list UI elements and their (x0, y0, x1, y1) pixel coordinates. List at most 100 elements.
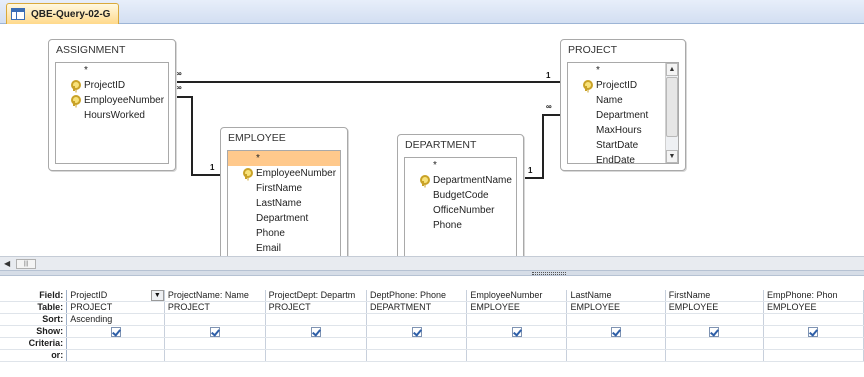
field-item[interactable]: Department (228, 211, 340, 226)
show-cell[interactable] (763, 325, 864, 339)
scroll-left-icon[interactable]: ◀ (4, 259, 16, 269)
field-item[interactable]: EmployeeNumber (228, 166, 340, 181)
sort-cell[interactable] (763, 313, 864, 327)
show-cell[interactable] (566, 325, 666, 339)
criteria-cell[interactable] (265, 337, 367, 351)
sort-cell[interactable] (366, 313, 468, 327)
field-item[interactable]: Phone (228, 226, 340, 241)
field-cell[interactable]: EmployeeNumber (466, 290, 568, 303)
qbe-grid[interactable]: Field: ProjectID ▼ ProjectName: Name Project… (0, 276, 864, 377)
sort-cell[interactable] (466, 313, 568, 327)
table-cell[interactable]: PROJECT (164, 301, 266, 315)
criteria-cell[interactable] (366, 337, 468, 351)
field-item[interactable]: StartDate (568, 138, 678, 153)
table-cell[interactable]: PROJECT (66, 301, 165, 315)
show-cell[interactable] (366, 325, 468, 339)
field-item[interactable]: FirstName (228, 181, 340, 196)
show-cell[interactable] (66, 325, 165, 339)
show-checkbox[interactable] (110, 326, 121, 337)
field-item[interactable]: HoursWorked (56, 108, 168, 123)
field-cell[interactable]: DeptPhone: Phone (366, 290, 468, 303)
field-item[interactable]: Name (568, 93, 678, 108)
field-cell[interactable]: ProjectID ▼ (66, 290, 165, 303)
sort-cell[interactable] (164, 313, 266, 327)
table-cell[interactable]: EMPLOYEE (665, 301, 764, 315)
query-tab[interactable]: QBE-Query-02-G (6, 3, 120, 24)
table-cell[interactable]: EMPLOYEE (566, 301, 666, 315)
field-item[interactable]: * (568, 63, 678, 78)
query-design-pane[interactable]: ∞ 1 ∞ 1 ∞ 1 ASSIGNMENT * ProjectID Emplo… (0, 24, 864, 256)
show-checkbox[interactable] (709, 326, 720, 337)
field-cell[interactable]: ProjectDept: Departm (265, 290, 367, 303)
or-cell[interactable] (665, 349, 764, 363)
or-cell[interactable] (763, 349, 864, 363)
field-item[interactable]: ProjectID (56, 78, 168, 93)
table-title[interactable]: ASSIGNMENT (49, 40, 175, 60)
scrollbar-thumb[interactable] (666, 77, 678, 137)
show-checkbox[interactable] (209, 326, 220, 337)
field-item[interactable]: Email (228, 241, 340, 256)
design-pane-hscrollbar[interactable]: ◀ ||| (0, 256, 864, 270)
scrollbar-thumb[interactable]: ||| (16, 259, 36, 269)
field-item[interactable]: OfficeNumber (405, 203, 516, 218)
field-cell[interactable]: LastName (566, 290, 666, 303)
table-assignment[interactable]: ASSIGNMENT * ProjectID EmployeeNumber Ho… (48, 39, 176, 171)
criteria-cell[interactable] (164, 337, 266, 351)
show-checkbox[interactable] (611, 326, 622, 337)
table-cell[interactable]: EMPLOYEE (466, 301, 568, 315)
show-cell[interactable] (265, 325, 367, 339)
field-item[interactable]: DepartmentName (405, 173, 516, 188)
criteria-cell[interactable] (566, 337, 666, 351)
criteria-cell[interactable] (66, 337, 165, 351)
show-cell[interactable] (164, 325, 266, 339)
criteria-cell[interactable] (665, 337, 764, 351)
field-cell[interactable]: FirstName (665, 290, 764, 303)
scroll-up-icon[interactable]: ▲ (666, 63, 678, 76)
criteria-cell[interactable] (763, 337, 864, 351)
show-checkbox[interactable] (310, 326, 321, 337)
table-cell[interactable]: DEPARTMENT (366, 301, 468, 315)
field-list[interactable]: * DepartmentName BudgetCode OfficeNumber… (404, 157, 517, 256)
field-item[interactable]: Phone (405, 218, 516, 233)
field-item[interactable]: Department (568, 108, 678, 123)
field-item[interactable]: LastName (228, 196, 340, 211)
show-cell[interactable] (466, 325, 568, 339)
sort-cell[interactable]: Ascending (66, 313, 165, 327)
field-cell[interactable]: ProjectName: Name (164, 290, 266, 303)
field-item[interactable]: * (56, 63, 168, 78)
field-list[interactable]: * ProjectID EmployeeNumber HoursWorked (55, 62, 169, 164)
table-project[interactable]: PROJECT * ProjectID Name Department MaxH… (560, 39, 686, 171)
field-item[interactable]: EndDate (568, 153, 678, 163)
show-checkbox[interactable] (511, 326, 522, 337)
field-list[interactable]: * ProjectID Name Department MaxHours Sta… (567, 62, 679, 164)
field-item[interactable]: BudgetCode (405, 188, 516, 203)
field-item[interactable]: EmployeeNumber (56, 93, 168, 108)
table-title[interactable]: EMPLOYEE (221, 128, 347, 148)
criteria-cell[interactable] (466, 337, 568, 351)
field-dropdown-icon[interactable]: ▼ (150, 290, 164, 301)
sort-cell[interactable] (566, 313, 666, 327)
or-cell[interactable] (366, 349, 468, 363)
or-cell[interactable] (66, 349, 165, 363)
sort-cell[interactable] (265, 313, 367, 327)
field-item[interactable]: MaxHours (568, 123, 678, 138)
field-item[interactable]: * (228, 151, 340, 166)
or-cell[interactable] (466, 349, 568, 363)
or-cell[interactable] (164, 349, 266, 363)
table-cell[interactable]: PROJECT (265, 301, 367, 315)
splitter-grip[interactable] (532, 272, 566, 275)
field-item[interactable]: * (405, 158, 516, 173)
sort-cell[interactable] (665, 313, 764, 327)
table-department[interactable]: DEPARTMENT * DepartmentName BudgetCode O… (397, 134, 524, 256)
field-item[interactable]: ProjectID (568, 78, 678, 93)
or-cell[interactable] (566, 349, 666, 363)
show-checkbox[interactable] (808, 326, 819, 337)
field-list-scrollbar[interactable]: ▲ ▼ (665, 63, 678, 163)
scroll-down-icon[interactable]: ▼ (666, 150, 678, 163)
field-list[interactable]: * EmployeeNumber FirstName LastName Depa… (227, 150, 341, 256)
table-title[interactable]: DEPARTMENT (398, 135, 523, 155)
show-checkbox[interactable] (411, 326, 422, 337)
field-cell[interactable]: EmpPhone: Phon (763, 290, 864, 303)
table-cell[interactable]: EMPLOYEE (763, 301, 864, 315)
table-employee[interactable]: EMPLOYEE * EmployeeNumber FirstName Last… (220, 127, 348, 256)
